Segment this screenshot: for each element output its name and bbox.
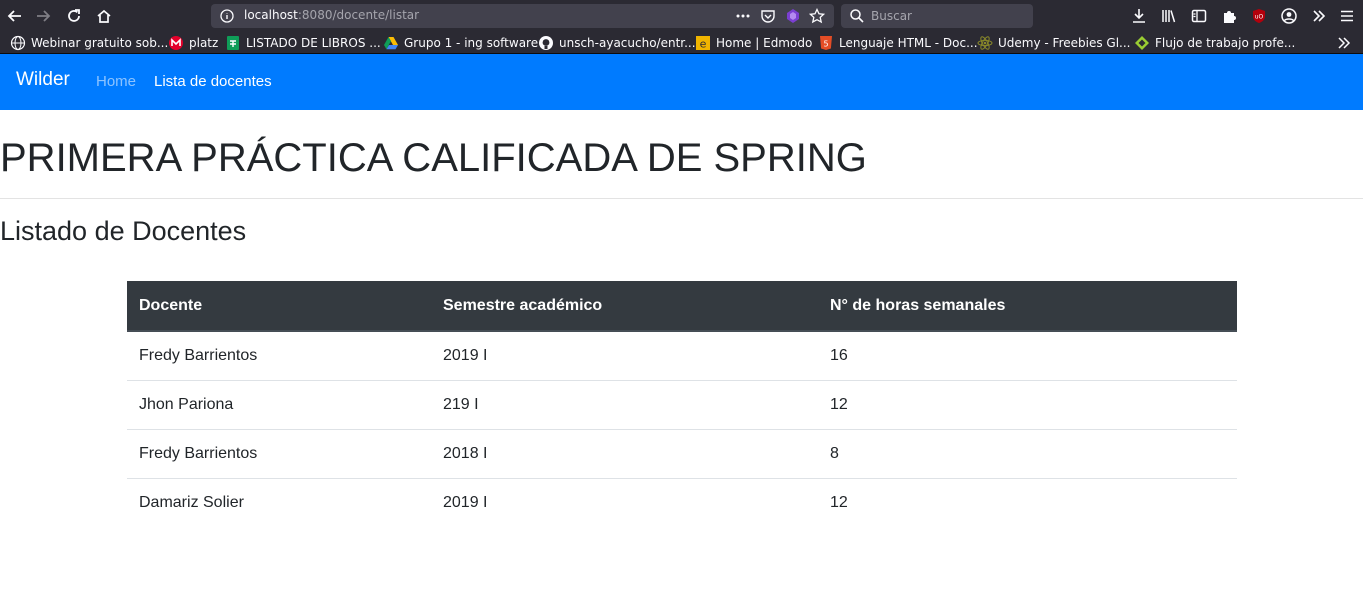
cell-semestre: 2018 I: [431, 429, 818, 479]
platzi-icon: [168, 35, 184, 51]
bookmark-item[interactable]: LISTADO DE LIBROS ...: [225, 33, 381, 53]
column-header-docente: Docente: [127, 281, 431, 332]
bookmark-label: Lenguaje HTML - Doc...: [839, 36, 978, 50]
column-header-horas: N° de horas semanales: [818, 281, 1237, 332]
bookmarks-overflow-icon[interactable]: [1336, 33, 1352, 53]
bookmark-label: Grupo 1 - ing software: [404, 36, 539, 50]
table-header-row: Docente Semestre académico N° de horas s…: [127, 281, 1237, 332]
search-icon: [850, 9, 864, 23]
bookmark-label: LISTADO DE LIBROS ...: [246, 36, 381, 50]
reload-icon[interactable]: [62, 4, 86, 28]
svg-text:uO: uO: [1255, 14, 1264, 21]
library-icon[interactable]: [1157, 4, 1181, 28]
bookmark-item[interactable]: 5 Lenguaje HTML - Doc...: [818, 33, 978, 53]
react-icon: [977, 35, 993, 51]
bookmark-item[interactable]: Udemy - Freebies Gl...: [977, 33, 1130, 53]
drive-icon: [383, 35, 399, 51]
bookmark-star-icon[interactable]: [809, 8, 825, 24]
bookmark-label: unsch-ayacucho/entr...: [559, 36, 696, 50]
table-row: Damariz Solier 2019 I 12: [127, 478, 1237, 527]
back-icon[interactable]: [3, 4, 27, 28]
downloads-icon[interactable]: [1127, 4, 1151, 28]
home-icon[interactable]: [92, 4, 116, 28]
cell-semestre: 2019 I: [431, 331, 818, 381]
url-host: localhost: [244, 8, 298, 22]
bookmark-item[interactable]: Webinar gratuito sob...: [10, 33, 168, 53]
url-bar[interactable]: localhost:8080/docente/listar: [211, 4, 834, 28]
cell-docente: Fredy Barrientos: [127, 429, 431, 479]
ublock-icon[interactable]: uO: [1247, 4, 1271, 28]
table-row: Jhon Pariona 219 I 12: [127, 380, 1237, 430]
cell-horas: 8: [818, 429, 1237, 479]
bookmark-item[interactable]: Flujo de trabajo profe...: [1134, 33, 1295, 53]
table-row: Fredy Barrientos 2018 I 8: [127, 429, 1237, 479]
globe-icon: [10, 35, 26, 51]
forward-icon[interactable]: [31, 4, 55, 28]
cell-docente: Jhon Pariona: [127, 380, 431, 430]
cell-horas: 12: [830, 493, 848, 511]
cell-docente: Damariz Solier: [139, 493, 244, 511]
svg-text:5: 5: [823, 40, 828, 49]
account-icon[interactable]: [1277, 4, 1301, 28]
docentes-table: Docente Semestre académico N° de horas s…: [127, 281, 1237, 527]
bookmark-item[interactable]: e Home | Edmodo: [695, 33, 812, 53]
bookmark-label: Flujo de trabajo profe...: [1155, 36, 1296, 50]
pocket-icon[interactable]: [760, 8, 776, 24]
gitkraken-icon: [1134, 35, 1150, 51]
navbar-brand[interactable]: Wilder: [16, 69, 70, 91]
bookmark-label: Webinar gratuito sob...: [31, 36, 169, 50]
bookmark-label: platz: [189, 36, 219, 50]
nav-link-lista-docentes[interactable]: Lista de docentes: [154, 73, 272, 90]
extensions-puzzle-icon[interactable]: [1217, 4, 1241, 28]
sidebar-icon[interactable]: [1187, 4, 1211, 28]
search-input[interactable]: [871, 6, 1021, 26]
github-icon: [538, 35, 554, 51]
cell-horas: 16: [818, 331, 1237, 381]
cell-horas: 12: [818, 380, 1237, 430]
cell-semestre: 219 I: [431, 380, 818, 430]
search-bar[interactable]: [841, 4, 1033, 28]
bookmarks-bar: Webinar gratuito sob... platz LISTADO DE…: [0, 32, 1363, 54]
page-title: PRIMERA PRÁCTICA CALIFICADA DE SPRING: [0, 136, 867, 180]
svg-text:e: e: [700, 38, 707, 51]
menu-hamburger-icon[interactable]: [1335, 4, 1359, 28]
bookmark-label: Udemy - Freebies Gl...: [998, 36, 1131, 50]
bookmark-item[interactable]: unsch-ayacucho/entr...: [538, 33, 696, 53]
page-actions-icon[interactable]: [735, 8, 751, 24]
cell-semestre: 2019 I: [443, 493, 488, 511]
browser-toolbar: localhost:8080/docente/listar uO: [0, 0, 1363, 32]
html5-icon: 5: [818, 35, 834, 51]
url-text[interactable]: localhost:8080/docente/listar: [244, 8, 419, 22]
bookmark-label: Home | Edmodo: [716, 36, 813, 50]
url-path: :8080/docente/listar: [297, 8, 420, 22]
extension-shield-icon[interactable]: [785, 8, 801, 24]
cell-docente: Fredy Barrientos: [127, 331, 431, 381]
bookmark-item[interactable]: Grupo 1 - ing software: [383, 33, 538, 53]
divider: [0, 198, 1363, 199]
overflow-chevron-icon[interactable]: [1307, 4, 1331, 28]
bookmark-item[interactable]: platz: [168, 33, 218, 53]
nav-link-home[interactable]: Home: [96, 73, 136, 90]
info-icon[interactable]: [219, 8, 235, 24]
navbar: Wilder Home Lista de docentes: [0, 54, 1363, 110]
sheets-icon: [225, 35, 241, 51]
column-header-semestre: Semestre académico: [431, 281, 818, 332]
edmodo-icon: e: [695, 35, 711, 51]
table-row: Fredy Barrientos 2019 I 16: [127, 331, 1237, 381]
section-title: Listado de Docentes: [0, 216, 247, 246]
